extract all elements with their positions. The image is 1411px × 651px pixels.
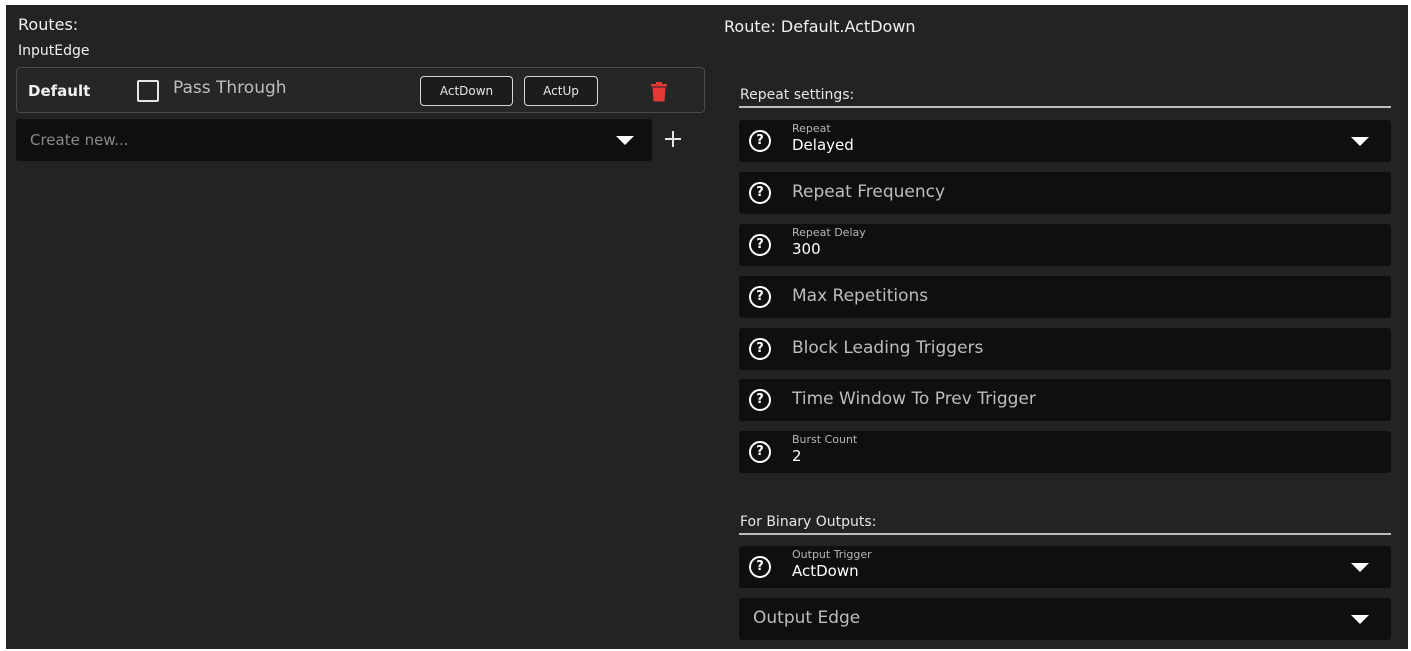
- output-trigger-select[interactable]: ? Output Trigger ActDown: [739, 546, 1391, 588]
- field-label: Block Leading Triggers: [792, 338, 984, 358]
- repeat-select[interactable]: ? Repeat Delayed: [739, 120, 1391, 162]
- group-title: InputEdge: [18, 43, 90, 59]
- output-edge-select[interactable]: Output Edge: [739, 598, 1391, 640]
- max-repetitions-field[interactable]: ? Max Repetitions: [739, 276, 1391, 318]
- field-label: Output Trigger: [792, 548, 872, 561]
- field-value: Delayed: [792, 136, 854, 154]
- chevron-down-icon: [616, 136, 634, 145]
- help-icon[interactable]: ?: [749, 286, 771, 308]
- chevron-down-icon: [1351, 563, 1369, 572]
- chevron-down-icon: [1351, 615, 1369, 624]
- field-label: Repeat Frequency: [792, 182, 946, 202]
- chevron-down-icon: [1351, 137, 1369, 146]
- help-icon[interactable]: ?: [749, 556, 771, 578]
- route-name: Default: [28, 82, 91, 100]
- help-icon[interactable]: ?: [749, 338, 771, 360]
- help-icon[interactable]: ?: [749, 130, 771, 152]
- pass-through-checkbox[interactable]: [137, 80, 159, 102]
- field-label: Burst Count: [792, 433, 858, 446]
- repeat-frequency-field[interactable]: ? Repeat Frequency: [739, 172, 1391, 214]
- create-new-select[interactable]: Create new...: [16, 119, 652, 161]
- binary-outputs-title: For Binary Outputs:: [740, 514, 877, 530]
- section-divider: [739, 106, 1391, 108]
- field-label: Time Window To Prev Trigger: [792, 389, 1036, 409]
- pass-through-label: Pass Through: [173, 78, 287, 98]
- plus-icon[interactable]: [661, 127, 685, 151]
- field-value: 2: [792, 447, 802, 465]
- field-label: Repeat: [792, 122, 831, 135]
- actdown-button[interactable]: ActDown: [420, 76, 513, 106]
- app-window: Routes: InputEdge Default Pass Through A…: [6, 5, 1408, 649]
- field-label: Repeat Delay: [792, 226, 866, 239]
- section-divider: [739, 533, 1391, 535]
- field-value: ActDown: [792, 562, 859, 580]
- repeat-delay-field[interactable]: ? Repeat Delay 300: [739, 224, 1391, 266]
- block-leading-triggers-field[interactable]: ? Block Leading Triggers: [739, 328, 1391, 370]
- routes-panel: Routes: InputEdge Default Pass Through A…: [6, 5, 706, 649]
- help-icon[interactable]: ?: [749, 182, 771, 204]
- repeat-settings-title: Repeat settings:: [740, 87, 855, 103]
- field-value: 300: [792, 240, 821, 258]
- route-title: Route: Default.ActDown: [724, 17, 916, 36]
- time-window-field[interactable]: ? Time Window To Prev Trigger: [739, 379, 1391, 421]
- help-icon[interactable]: ?: [749, 441, 771, 463]
- trash-icon[interactable]: [650, 82, 668, 102]
- help-icon[interactable]: ?: [749, 234, 771, 256]
- burst-count-field[interactable]: ? Burst Count 2: [739, 431, 1391, 473]
- field-label: Max Repetitions: [792, 286, 929, 306]
- route-row-default[interactable]: Default Pass Through ActDown ActUp: [16, 67, 705, 113]
- help-icon[interactable]: ?: [749, 389, 771, 411]
- actup-button[interactable]: ActUp: [524, 76, 598, 106]
- routes-title: Routes:: [18, 15, 79, 34]
- create-new-placeholder: Create new...: [30, 131, 129, 149]
- field-label: Output Edge: [753, 608, 861, 628]
